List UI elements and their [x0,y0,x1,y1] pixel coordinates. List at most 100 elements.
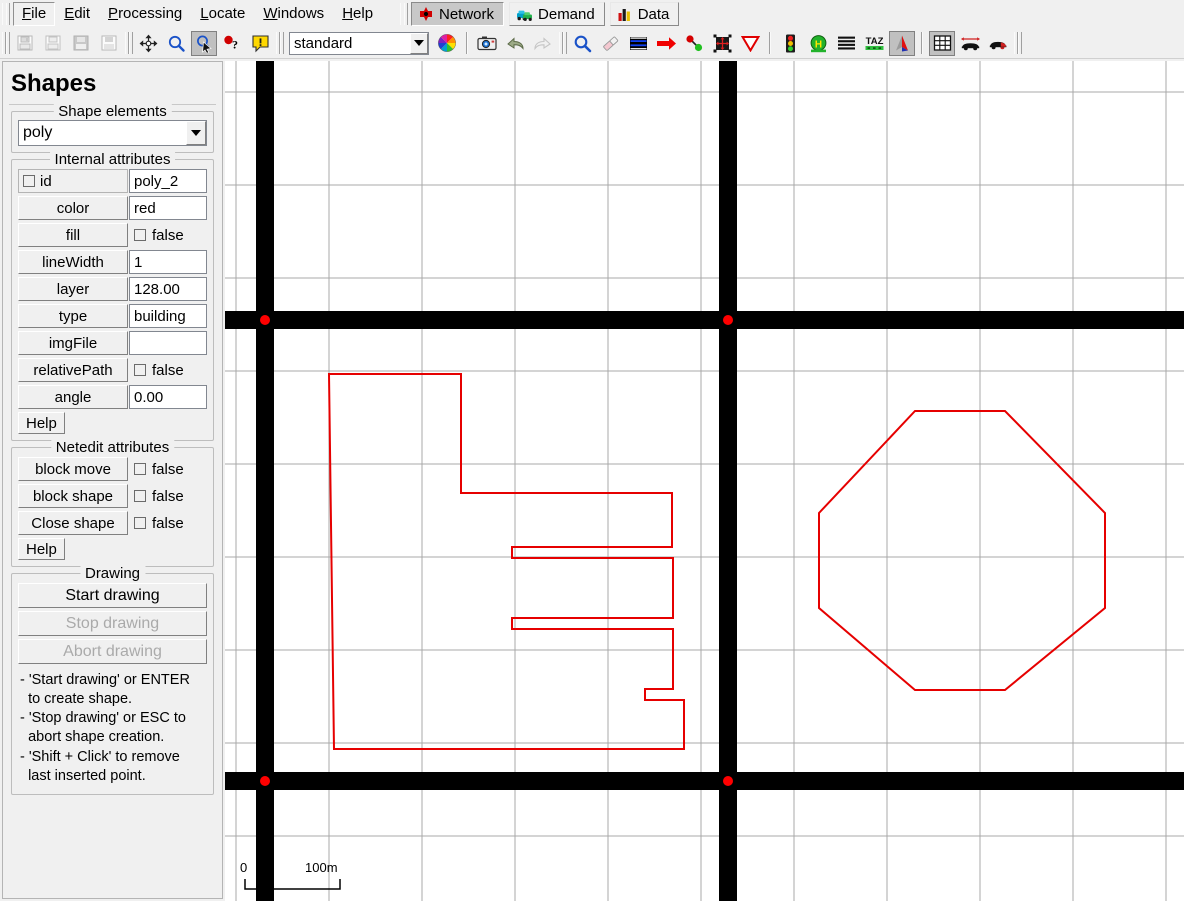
additional-mode-icon[interactable]: H [805,31,831,56]
network-view[interactable]: 0 100m [225,61,1184,901]
attr-id-value[interactable]: poly_2 [129,169,207,193]
menubar-drag-handle[interactable] [2,3,10,25]
color-wheel-icon[interactable] [434,31,460,56]
attr-color-button[interactable]: color [18,196,128,220]
close-shape-button[interactable]: Close shape [18,511,128,535]
warning-icon[interactable] [247,31,273,56]
stop-drawing-button[interactable]: Stop drawing [18,611,207,636]
attr-linewidth-label: lineWidth [42,253,104,271]
help-cursor-icon[interactable]: ? [219,31,245,56]
save-network-icon[interactable] [68,31,94,56]
tab-data[interactable]: Data [609,2,680,26]
menu-edit[interactable]: Edit [55,2,99,26]
internal-attributes-help-button[interactable]: Help [18,412,65,434]
checkbox-icon[interactable] [134,463,146,475]
create-edge-mode-icon[interactable] [681,31,707,56]
attr-color-value[interactable]: red [129,196,207,220]
attr-relativepath-checkbox-wrap[interactable]: false [129,358,207,382]
taz-mode-icon[interactable]: TAZ [861,31,887,56]
attr-id-label: id [40,172,52,190]
block-move-label: block move [35,460,111,478]
chevron-down-icon[interactable] [410,32,428,54]
attr-layer-value[interactable]: 128.00 [129,277,207,301]
netedit-attributes-help-button[interactable]: Help [18,538,65,560]
grid-mode-icon[interactable] [929,30,955,56]
connection-mode-icon[interactable] [709,31,735,56]
traffic-light-mode-icon[interactable] [777,31,803,56]
attr-id-checkbox-key[interactable]: id [18,169,128,193]
menu-processing[interactable]: Processing [99,2,191,26]
delete-mode-icon[interactable] [597,31,623,56]
move-view-icon[interactable] [135,31,161,56]
drawing-group: Drawing Start drawing Stop drawing Abort… [11,565,214,795]
attr-imgfile-value[interactable] [129,331,207,355]
chevron-down-icon[interactable] [186,121,206,145]
attr-color-label: color [56,199,90,217]
zoom-icon[interactable] [163,31,189,56]
shape-element-combo[interactable]: poly [18,120,207,146]
junction-marker[interactable] [260,315,270,325]
attr-type-button[interactable]: type [18,304,128,328]
checkbox-icon[interactable] [134,490,146,502]
move-mode-icon[interactable] [653,31,679,56]
vehicle-type-icon[interactable] [985,31,1011,56]
network-canvas[interactable]: 0 100m [225,61,1184,901]
menu-file[interactable]: File [13,2,56,26]
toolbar-drag-handle-5[interactable] [1014,32,1022,54]
attr-linewidth-button[interactable]: lineWidth [18,250,128,274]
redo-icon[interactable] [530,31,556,56]
attr-angle-value[interactable]: 0.00 [129,385,207,409]
checkbox-icon[interactable] [134,517,146,529]
menu-windows[interactable]: Windows [254,2,333,26]
close-shape-checkbox-wrap[interactable]: false [129,511,207,535]
open-network-icon[interactable] [40,31,66,56]
attr-relativepath-button[interactable]: relativePath [18,358,128,382]
toolbar-drag-handle-1[interactable] [2,32,10,54]
toolbar-drag-handle-4[interactable] [559,32,567,54]
attr-type-value[interactable]: building [129,304,207,328]
attr-fill-label: fill [65,226,81,244]
checkbox-icon[interactable] [134,364,146,376]
block-move-value: false [152,460,184,478]
attr-row-layer: layer 128.00 [18,277,207,301]
select-zoom-icon[interactable] [191,30,217,56]
supermode-drag-handle[interactable] [400,3,408,25]
toolbar-drag-handle-3[interactable] [276,32,284,54]
new-network-icon[interactable] [12,31,38,56]
attr-row-id: id poly_2 [18,169,207,193]
attr-fill-button[interactable]: fill [18,223,128,247]
shape-elements-legend: Shape elements [53,103,172,120]
menu-help[interactable]: Help [333,2,382,26]
block-move-checkbox-wrap[interactable]: false [129,457,207,481]
vehicle-icon[interactable] [957,31,983,56]
save-as-network-icon[interactable] [96,31,122,56]
checkbox-icon[interactable] [134,229,146,241]
block-move-button[interactable]: block move [18,457,128,481]
camera-icon[interactable] [474,31,500,56]
prohibition-mode-icon[interactable] [737,31,763,56]
select-mode-icon[interactable] [625,31,651,56]
start-drawing-button[interactable]: Start drawing [18,583,207,608]
junction-marker[interactable] [723,315,733,325]
attr-angle-button[interactable]: angle [18,385,128,409]
undo-icon[interactable] [502,31,528,56]
crossing-mode-icon[interactable] [833,31,859,56]
junction-marker[interactable] [723,776,733,786]
shape-mode-icon[interactable] [889,30,915,56]
attr-layer-button[interactable]: layer [18,277,128,301]
color-scheme-combo[interactable]: standard [289,31,429,55]
inspect-mode-icon[interactable] [569,31,595,56]
junction-marker[interactable] [260,776,270,786]
attr-fill-checkbox-wrap[interactable]: false [129,223,207,247]
tab-demand[interactable]: Demand [509,2,605,26]
menu-locate[interactable]: Locate [191,2,254,26]
tab-network[interactable]: Network [411,2,505,26]
checkbox-icon[interactable] [23,175,35,187]
attr-linewidth-value[interactable]: 1 [129,250,207,274]
block-shape-checkbox-wrap[interactable]: false [129,484,207,508]
block-shape-button[interactable]: block shape [18,484,128,508]
attr-imgfile-button[interactable]: imgFile [18,331,128,355]
abort-drawing-button[interactable]: Abort drawing [18,639,207,664]
close-shape-value: false [152,514,184,532]
toolbar-drag-handle-2[interactable] [125,32,133,54]
